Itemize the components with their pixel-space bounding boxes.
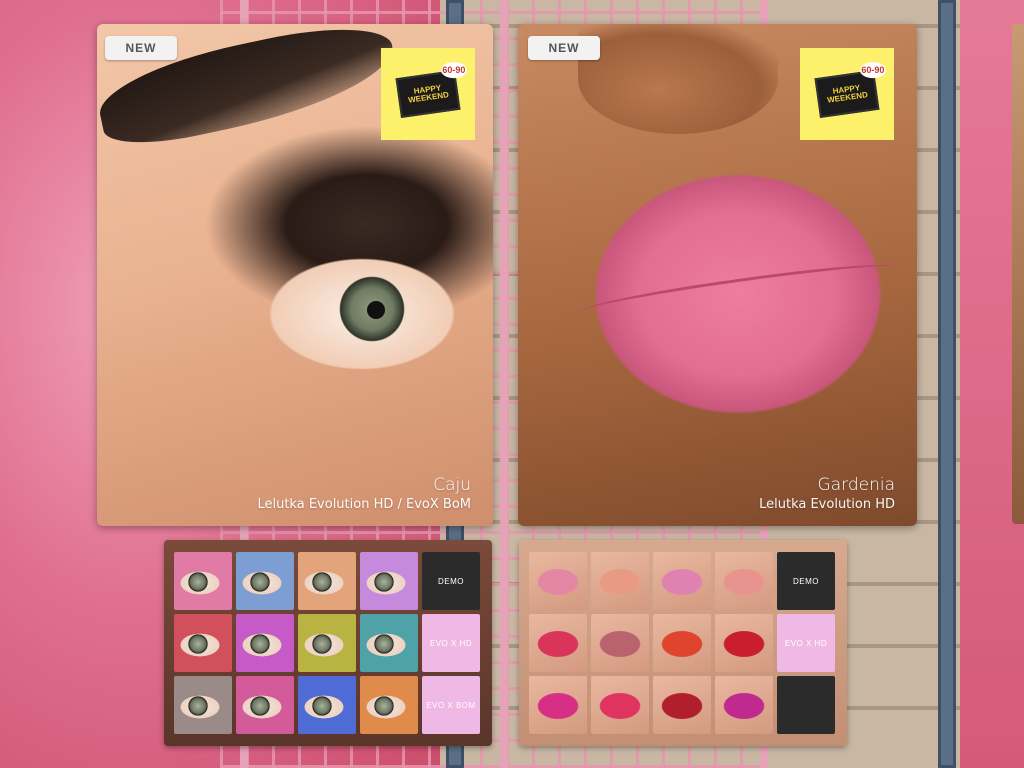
nose-artwork [578,24,778,134]
lipstick-swatch[interactable] [715,614,773,672]
metal-pillar-right [938,0,956,768]
eyeshadow-swatch[interactable] [298,552,356,610]
eyeshadow-swatch[interactable] [174,614,232,672]
grid-rail-middle [500,0,508,768]
promo-discount: 60-90 [440,62,467,79]
lipstick-swatch[interactable] [653,552,711,610]
lipstick-swatch[interactable] [715,552,773,610]
new-badge: NEW [105,36,177,60]
demo-button[interactable]: DEMO [422,552,480,610]
adjacent-poster-edge[interactable] [1012,24,1024,524]
lipstick-swatch[interactable] [591,614,649,672]
happy-weekend-promo-sign: HAPPY WEEKEND 60-90 [381,48,475,140]
lipstick-swatch[interactable] [529,676,587,734]
new-badge: NEW [528,36,600,60]
empty-slot [777,676,835,734]
lipstick-swatch[interactable] [529,614,587,672]
evo-x-bom-button[interactable]: EVO X BOM [422,676,480,734]
eyeshadow-poster-caju[interactable]: NEW HAPPY WEEKEND 60-90 Caju Lelutka Evo… [97,24,493,526]
lip-line-artwork [578,256,898,323]
lipstick-swatch[interactable] [529,552,587,610]
eyeshadow-swatch[interactable] [360,614,418,672]
lipstick-swatch-board: DEMO EVO X HD [519,540,847,746]
lipstick-swatch[interactable] [653,614,711,672]
eye-pupil-artwork [367,301,385,319]
eyeshadow-swatch[interactable] [236,552,294,610]
eyeshadow-swatch[interactable] [360,552,418,610]
product-name: Gardenia [817,475,895,495]
eyeshadow-swatch[interactable] [236,676,294,734]
happy-weekend-promo-sign: HAPPY WEEKEND 60-90 [800,48,894,140]
lipstick-swatch[interactable] [591,676,649,734]
product-name: Caju [433,475,471,495]
product-compat: Lelutka Evolution HD / EvoX BoM [257,497,471,512]
eyeshadow-swatch[interactable] [298,676,356,734]
demo-button[interactable]: DEMO [777,552,835,610]
lipstick-poster-gardenia[interactable]: NEW HAPPY WEEKEND 60-90 Gardenia Lelutka… [518,24,917,526]
lipstick-swatch[interactable] [715,676,773,734]
poster-caption: Gardenia Lelutka Evolution HD [759,474,895,514]
eyeshadow-swatch-board: DEMO EVO X HD EVO X BOM [164,540,492,746]
evo-x-hd-button[interactable]: EVO X HD [422,614,480,672]
eyeshadow-swatch[interactable] [360,676,418,734]
poster-caption: Caju Lelutka Evolution HD / EvoX BoM [257,474,471,514]
eyeshadow-swatch[interactable] [298,614,356,672]
eyeshadow-swatch[interactable] [174,676,232,734]
lipstick-swatch[interactable] [653,676,711,734]
eyeshadow-swatch[interactable] [236,614,294,672]
evo-x-hd-button[interactable]: EVO X HD [777,614,835,672]
eyeshadow-swatch[interactable] [174,552,232,610]
promo-discount: 60-90 [859,62,886,79]
product-compat: Lelutka Evolution HD [759,497,895,512]
lipstick-swatch[interactable] [591,552,649,610]
